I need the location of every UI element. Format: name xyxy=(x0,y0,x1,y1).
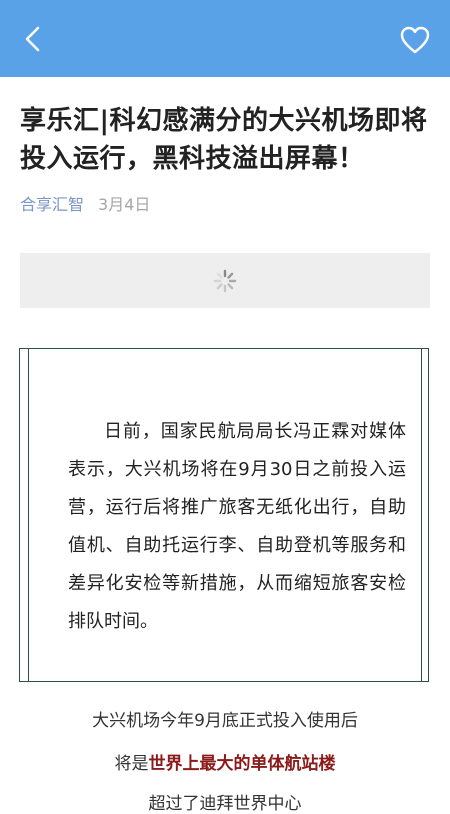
author-link[interactable]: 合享汇智 xyxy=(20,191,84,215)
heart-outline-icon[interactable] xyxy=(400,26,430,54)
top-bar xyxy=(0,0,450,77)
caption-line-2: 将是世界上最大的单体航站楼 xyxy=(0,749,450,774)
article-title: 享乐汇|科幻感满分的大兴机场即将投入运行，黑科技溢出屏幕！ xyxy=(20,106,428,174)
caption-line-3: 超过了迪拜世界中心 xyxy=(148,794,302,814)
article-meta: 合享汇智 3月4日 xyxy=(20,191,150,215)
caption-prefix: 将是 xyxy=(114,754,149,774)
caption-line-1: 大兴机场今年9月底正式投入使用后 xyxy=(92,711,358,731)
caption-highlight: 世界上最大的单体航站楼 xyxy=(148,754,336,774)
body-paragraph: 日前，国家民航局局长冯正霖对媒体表示，大兴机场将在9月30日之前投入运营，运行后… xyxy=(68,421,406,632)
image-placeholder xyxy=(20,253,430,308)
publish-date: 3月4日 xyxy=(98,195,151,214)
framed-text-box: 日前，国家民航局局长冯正霖对媒体表示，大兴机场将在9月30日之前投入运营，运行后… xyxy=(19,348,429,682)
spinner-icon xyxy=(213,269,237,293)
chevron-left-icon[interactable] xyxy=(18,24,48,54)
